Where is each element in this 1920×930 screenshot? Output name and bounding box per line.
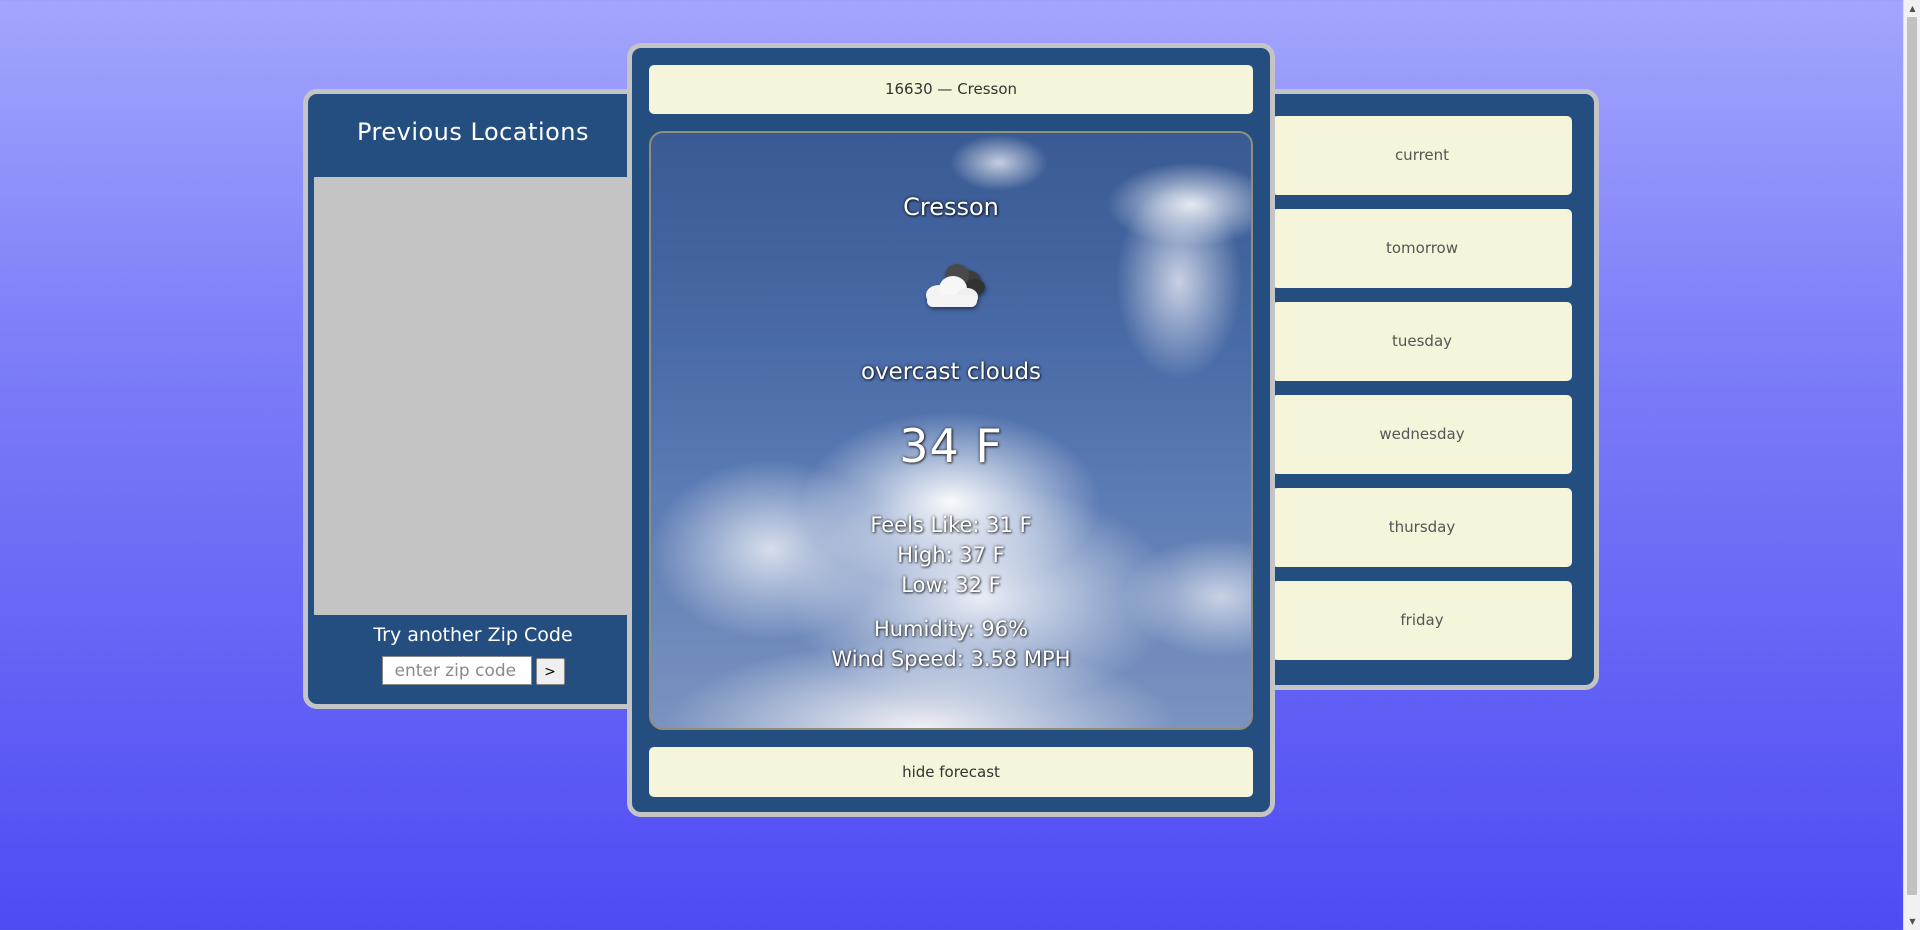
low-temp: Low: 32 F <box>901 573 1001 597</box>
day-button-tuesday[interactable]: tuesday <box>1272 302 1572 381</box>
zip-label: Try another Zip Code <box>373 624 573 646</box>
zip-submit-button[interactable]: > <box>535 658 565 685</box>
weather-panel: 16630 — Cresson Cresson overcast clouds … <box>627 43 1275 817</box>
city-name: Cresson <box>903 193 999 221</box>
zip-form: > <box>308 656 638 685</box>
previous-locations-title: Previous Locations <box>356 118 590 146</box>
weather-description: overcast clouds <box>860 359 1042 385</box>
day-button-current[interactable]: current <box>1272 116 1572 195</box>
humidity: Humidity: 96% <box>873 617 1029 641</box>
zip-input[interactable] <box>381 656 532 685</box>
previous-locations-list[interactable] <box>314 177 634 615</box>
temperature: 34 F <box>899 419 1003 473</box>
hide-forecast-button[interactable]: hide forecast <box>649 747 1253 797</box>
scroll-thumb[interactable] <box>1907 17 1917 895</box>
scroll-up-arrow-icon[interactable]: ▲ <box>1904 0 1920 17</box>
day-button-friday[interactable]: friday <box>1272 581 1572 660</box>
scroll-down-arrow-icon[interactable]: ▼ <box>1904 913 1920 930</box>
wind-speed: Wind Speed: 3.58 MPH <box>831 647 1071 671</box>
forecast-days-panel: current tomorrow tuesday wednesday thurs… <box>1237 89 1599 690</box>
overcast-cloud-icon <box>926 264 985 307</box>
day-button-thursday[interactable]: thursday <box>1272 488 1572 567</box>
day-button-wednesday[interactable]: wednesday <box>1272 395 1572 474</box>
day-button-tomorrow[interactable]: tomorrow <box>1272 209 1572 288</box>
location-bar[interactable]: 16630 — Cresson <box>649 65 1253 114</box>
page-scrollbar[interactable]: ▲ ▼ <box>1903 0 1920 930</box>
weather-card: Cresson overcast clouds 34 F Feels Like:… <box>649 131 1253 730</box>
previous-locations-panel: Previous Locations Try another Zip Code … <box>303 89 643 709</box>
feels-like: Feels Like: 31 F <box>870 513 1032 537</box>
high-temp: High: 37 F <box>897 543 1005 567</box>
